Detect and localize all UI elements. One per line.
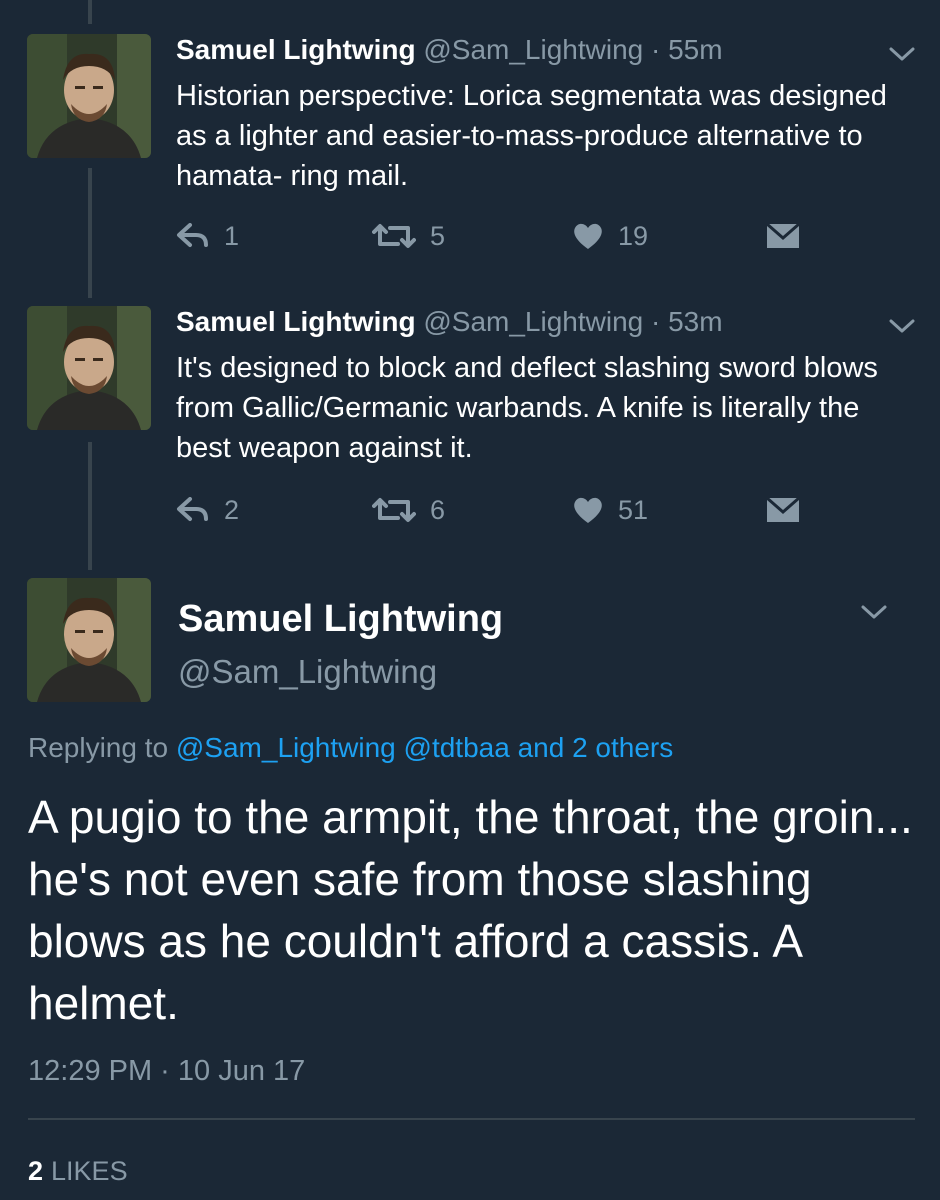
thread-line-2 [88, 442, 92, 570]
tweet-header: Samuel Lightwing @Sam_Lightwing · 53m [176, 306, 723, 338]
tweet-text: Historian perspective: Lorica segmentata… [176, 80, 887, 192]
reply-button[interactable]: 2 [176, 495, 239, 526]
like-count: 51 [618, 494, 649, 525]
divider [28, 1118, 915, 1120]
retweet-icon [372, 498, 416, 522]
display-name[interactable]: Samuel Lightwing [178, 597, 503, 641]
like-count: 19 [618, 220, 649, 251]
chevron-down-icon[interactable] [888, 316, 916, 336]
reply-icon [177, 223, 208, 247]
avatar-photo [27, 306, 151, 430]
handle[interactable]: @Sam_Lightwing [178, 652, 437, 692]
like-button[interactable]: 51 [572, 495, 648, 526]
reply-icon [177, 497, 208, 521]
dm-button[interactable] [766, 223, 814, 249]
retweet-button[interactable]: 5 [372, 221, 445, 252]
tweet-time[interactable]: · 53m [651, 306, 723, 337]
tweet-header: Samuel Lightwing @Sam_Lightwing · 55m [176, 34, 723, 66]
handle[interactable]: @Sam_Lightwing [423, 306, 643, 337]
thread-line-top [88, 0, 92, 24]
display-name[interactable]: Samuel Lightwing [176, 34, 416, 65]
reply-count: 2 [224, 494, 240, 525]
envelope-icon [766, 223, 800, 248]
retweet-button[interactable]: 6 [372, 495, 445, 526]
likes-count: 2 [28, 1156, 44, 1186]
avatar[interactable] [27, 578, 151, 702]
tweet-text: It's designed to block and deflect slash… [176, 352, 878, 464]
tweet-time[interactable]: · 55m [651, 34, 723, 65]
thread-line-1 [88, 168, 92, 298]
display-name[interactable]: Samuel Lightwing [176, 306, 416, 337]
avatar[interactable] [27, 34, 151, 158]
tweet-thread-page: Samuel Lightwing @Sam_Lightwing · 55m Hi… [0, 0, 940, 1200]
envelope-icon [766, 497, 800, 522]
like-button[interactable]: 19 [572, 221, 648, 252]
likes-stat[interactable]: 2 LIKES [28, 1153, 128, 1189]
chevron-down-icon[interactable] [860, 602, 888, 622]
heart-icon [574, 223, 602, 249]
likes-label: LIKES [51, 1156, 128, 1186]
avatar[interactable] [27, 306, 151, 430]
retweet-count: 6 [430, 494, 446, 525]
retweet-count: 5 [430, 220, 446, 251]
handle[interactable]: @Sam_Lightwing [423, 34, 643, 65]
replying-to: Replying to @Sam_Lightwing @tdtbaa and 2… [28, 730, 673, 766]
chevron-down-icon[interactable] [888, 44, 916, 64]
dm-button[interactable] [766, 497, 814, 523]
heart-icon [574, 497, 602, 523]
avatar-photo [27, 578, 151, 702]
tweet-text: A pugio to the armpit, the throat, the g… [28, 791, 913, 1029]
retweet-icon [372, 224, 416, 248]
reply-button[interactable]: 1 [176, 221, 239, 252]
replying-users-link[interactable]: @Sam_Lightwing @tdtbaa and 2 others [176, 732, 673, 763]
tweet-timestamp[interactable]: 12:29 PM · 10 Jun 17 [28, 1053, 305, 1089]
avatar-photo [27, 34, 151, 158]
replying-prefix: Replying to [28, 732, 169, 763]
reply-count: 1 [224, 220, 240, 251]
